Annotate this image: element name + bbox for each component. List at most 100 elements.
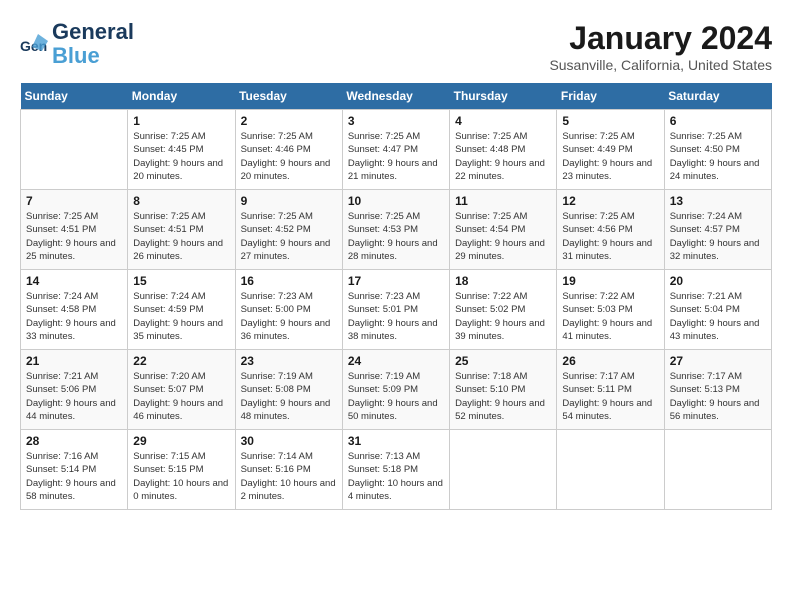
day-number: 7: [26, 194, 122, 208]
day-number: 17: [348, 274, 444, 288]
weekday-header: Saturday: [664, 83, 771, 110]
day-info: Sunrise: 7:25 AMSunset: 4:56 PMDaylight:…: [562, 210, 658, 263]
calendar-cell: 10Sunrise: 7:25 AMSunset: 4:53 PMDayligh…: [342, 190, 449, 270]
day-info: Sunrise: 7:20 AMSunset: 5:07 PMDaylight:…: [133, 370, 229, 423]
day-number: 8: [133, 194, 229, 208]
day-number: 10: [348, 194, 444, 208]
calendar-header-row: SundayMondayTuesdayWednesdayThursdayFrid…: [21, 83, 772, 110]
calendar-cell: 3 Sunrise: 7:25 AMSunset: 4:47 PMDaylight…: [342, 110, 449, 190]
day-number: 24: [348, 354, 444, 368]
calendar-cell: 7 Sunrise: 7:25 AMSunset: 4:51 PMDaylight…: [21, 190, 128, 270]
title-section: January 2024 Susanville, California, Uni…: [549, 20, 772, 73]
day-info: Sunrise: 7:16 AMSunset: 5:14 PMDaylight:…: [26, 450, 122, 503]
calendar-table: SundayMondayTuesdayWednesdayThursdayFrid…: [20, 83, 772, 510]
page-header: Gen General Blue January 2024 Susanville…: [20, 20, 772, 73]
day-info: Sunrise: 7:25 AMSunset: 4:50 PMDaylight:…: [670, 130, 766, 183]
day-info: Sunrise: 7:25 AMSunset: 4:48 PMDaylight:…: [455, 130, 551, 183]
calendar-cell: 18Sunrise: 7:22 AMSunset: 5:02 PMDayligh…: [450, 270, 557, 350]
day-info: Sunrise: 7:18 AMSunset: 5:10 PMDaylight:…: [455, 370, 551, 423]
day-number: 12: [562, 194, 658, 208]
logo-icon: Gen: [20, 29, 50, 59]
day-number: 4: [455, 114, 551, 128]
day-info: Sunrise: 7:21 AMSunset: 5:06 PMDaylight:…: [26, 370, 122, 423]
day-number: 29: [133, 434, 229, 448]
weekday-header: Monday: [128, 83, 235, 110]
day-number: 3: [348, 114, 444, 128]
calendar-cell: 27Sunrise: 7:17 AMSunset: 5:13 PMDayligh…: [664, 350, 771, 430]
day-number: 11: [455, 194, 551, 208]
day-info: Sunrise: 7:14 AMSunset: 5:16 PMDaylight:…: [241, 450, 337, 503]
day-number: 13: [670, 194, 766, 208]
calendar-cell: 30 Sunrise: 7:14 AMSunset: 5:16 PMDayligh…: [235, 430, 342, 510]
calendar-cell: 15 Sunrise: 7:24 AMSunset: 4:59 PMDayligh…: [128, 270, 235, 350]
day-number: 28: [26, 434, 122, 448]
day-number: 26: [562, 354, 658, 368]
calendar-cell: 14 Sunrise: 7:24 AMSunset: 4:58 PMDayligh…: [21, 270, 128, 350]
day-info: Sunrise: 7:25 AMSunset: 4:51 PMDaylight:…: [26, 210, 122, 263]
day-number: 23: [241, 354, 337, 368]
calendar-cell: 19Sunrise: 7:22 AMSunset: 5:03 PMDayligh…: [557, 270, 664, 350]
calendar-cell: 1Sunrise: 7:25 AMSunset: 4:45 PMDaylight…: [128, 110, 235, 190]
day-info: Sunrise: 7:25 AMSunset: 4:47 PMDaylight:…: [348, 130, 444, 183]
calendar-cell: 5 Sunrise: 7:25 AMSunset: 4:49 PMDaylight…: [557, 110, 664, 190]
day-number: 2: [241, 114, 337, 128]
calendar-cell: 23 Sunrise: 7:19 AMSunset: 5:08 PMDayligh…: [235, 350, 342, 430]
calendar-cell: 13 Sunrise: 7:24 AMSunset: 4:57 PMDayligh…: [664, 190, 771, 270]
day-number: 15: [133, 274, 229, 288]
calendar-cell: 26 Sunrise: 7:17 AMSunset: 5:11 PMDayligh…: [557, 350, 664, 430]
day-info: Sunrise: 7:19 AMSunset: 5:09 PMDaylight:…: [348, 370, 444, 423]
day-number: 14: [26, 274, 122, 288]
weekday-header: Tuesday: [235, 83, 342, 110]
day-number: 6: [670, 114, 766, 128]
location: Susanville, California, United States: [549, 57, 772, 73]
calendar-cell: 8 Sunrise: 7:25 AMSunset: 4:51 PMDaylight…: [128, 190, 235, 270]
day-info: Sunrise: 7:25 AMSunset: 4:51 PMDaylight:…: [133, 210, 229, 263]
calendar-cell: 22 Sunrise: 7:20 AMSunset: 5:07 PMDayligh…: [128, 350, 235, 430]
calendar-cell: [21, 110, 128, 190]
weekday-header: Thursday: [450, 83, 557, 110]
calendar-cell: 4 Sunrise: 7:25 AMSunset: 4:48 PMDaylight…: [450, 110, 557, 190]
calendar-cell: 28 Sunrise: 7:16 AMSunset: 5:14 PMDayligh…: [21, 430, 128, 510]
day-number: 30: [241, 434, 337, 448]
day-number: 21: [26, 354, 122, 368]
calendar-cell: 20Sunrise: 7:21 AMSunset: 5:04 PMDayligh…: [664, 270, 771, 350]
day-info: Sunrise: 7:24 AMSunset: 4:57 PMDaylight:…: [670, 210, 766, 263]
day-info: Sunrise: 7:22 AMSunset: 5:03 PMDaylight:…: [562, 290, 658, 343]
calendar-cell: 21 Sunrise: 7:21 AMSunset: 5:06 PMDayligh…: [21, 350, 128, 430]
day-info: Sunrise: 7:24 AMSunset: 4:58 PMDaylight:…: [26, 290, 122, 343]
calendar-cell: 25 Sunrise: 7:18 AMSunset: 5:10 PMDayligh…: [450, 350, 557, 430]
calendar-week-row: 28 Sunrise: 7:16 AMSunset: 5:14 PMDayligh…: [21, 430, 772, 510]
calendar-cell: [557, 430, 664, 510]
calendar-cell: 29 Sunrise: 7:15 AMSunset: 5:15 PMDayligh…: [128, 430, 235, 510]
calendar-cell: 17 Sunrise: 7:23 AMSunset: 5:01 PMDayligh…: [342, 270, 449, 350]
day-number: 9: [241, 194, 337, 208]
calendar-cell: [664, 430, 771, 510]
day-number: 5: [562, 114, 658, 128]
calendar-cell: 31Sunrise: 7:13 AMSunset: 5:18 PMDayligh…: [342, 430, 449, 510]
calendar-week-row: 1Sunrise: 7:25 AMSunset: 4:45 PMDaylight…: [21, 110, 772, 190]
day-number: 25: [455, 354, 551, 368]
day-number: 18: [455, 274, 551, 288]
weekday-header: Sunday: [21, 83, 128, 110]
logo: Gen General Blue: [20, 20, 134, 68]
logo-text: General Blue: [52, 20, 134, 68]
day-info: Sunrise: 7:19 AMSunset: 5:08 PMDaylight:…: [241, 370, 337, 423]
calendar-week-row: 21 Sunrise: 7:21 AMSunset: 5:06 PMDayligh…: [21, 350, 772, 430]
calendar-week-row: 7 Sunrise: 7:25 AMSunset: 4:51 PMDaylight…: [21, 190, 772, 270]
calendar-cell: 24 Sunrise: 7:19 AMSunset: 5:09 PMDayligh…: [342, 350, 449, 430]
day-info: Sunrise: 7:25 AMSunset: 4:49 PMDaylight:…: [562, 130, 658, 183]
day-info: Sunrise: 7:17 AMSunset: 5:11 PMDaylight:…: [562, 370, 658, 423]
day-number: 22: [133, 354, 229, 368]
calendar-cell: 9Sunrise: 7:25 AMSunset: 4:52 PMDaylight…: [235, 190, 342, 270]
day-info: Sunrise: 7:24 AMSunset: 4:59 PMDaylight:…: [133, 290, 229, 343]
day-info: Sunrise: 7:25 AMSunset: 4:46 PMDaylight:…: [241, 130, 337, 183]
day-info: Sunrise: 7:23 AMSunset: 5:00 PMDaylight:…: [241, 290, 337, 343]
day-info: Sunrise: 7:23 AMSunset: 5:01 PMDaylight:…: [348, 290, 444, 343]
day-info: Sunrise: 7:21 AMSunset: 5:04 PMDaylight:…: [670, 290, 766, 343]
day-number: 31: [348, 434, 444, 448]
day-info: Sunrise: 7:15 AMSunset: 5:15 PMDaylight:…: [133, 450, 229, 503]
calendar-body: 1Sunrise: 7:25 AMSunset: 4:45 PMDaylight…: [21, 110, 772, 510]
weekday-header: Wednesday: [342, 83, 449, 110]
month-title: January 2024: [549, 20, 772, 57]
calendar-cell: [450, 430, 557, 510]
